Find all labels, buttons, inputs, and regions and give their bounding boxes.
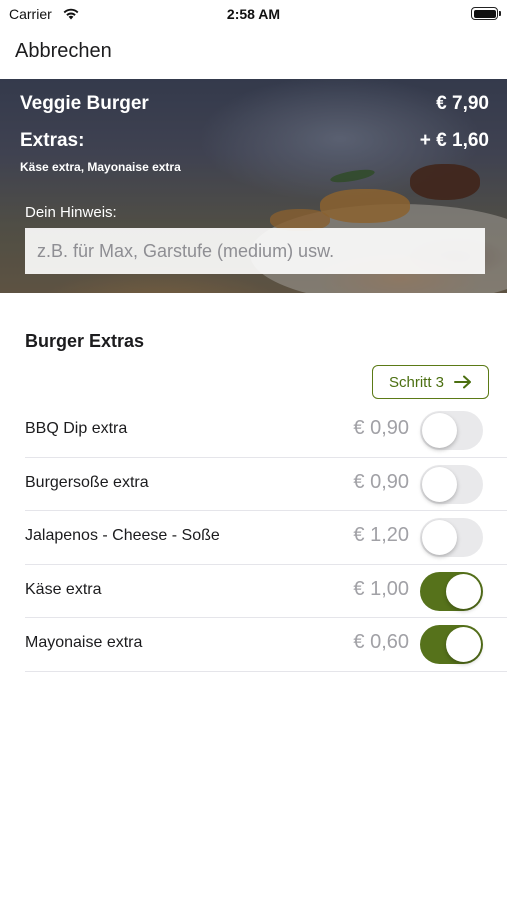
extra-price: € 0,60	[353, 631, 409, 654]
next-step-label: Schritt 3	[388, 373, 445, 391]
extra-toggle-jalapenos[interactable]	[420, 518, 483, 558]
extra-row-kaese: Käse extra € 1,00	[25, 565, 507, 619]
arrow-right-icon	[454, 375, 472, 389]
toggle-knob	[422, 520, 457, 556]
section-title: Burger Extras	[25, 331, 145, 351]
order-summary-header: Veggie Burger € 7,90 Extras: + € 1,60 Kä…	[0, 79, 507, 293]
cancel-button[interactable]: Abbrechen	[15, 40, 112, 63]
toggle-knob	[446, 627, 481, 663]
battery-icon	[471, 7, 501, 20]
extra-toggle-mayonaise[interactable]	[420, 625, 483, 665]
extra-toggle-burgersosse[interactable]	[420, 464, 483, 504]
extra-row-burgersosse: Burgersoße extra € 0,90	[25, 458, 507, 512]
toggle-knob	[422, 466, 457, 502]
status-bar: Carrier 2:58 AM	[0, 0, 507, 28]
extra-label: Käse extra	[25, 580, 102, 598]
extra-toggle-kaese[interactable]	[420, 571, 483, 611]
extra-label: Jalapenos - Cheese - Soße	[25, 527, 220, 545]
extras-price: + € 1,60	[419, 130, 489, 151]
note-label: Dein Hinweis:	[25, 204, 117, 221]
product-name: Veggie Burger	[20, 93, 149, 114]
extras-label: Extras:	[20, 130, 85, 151]
extra-price: € 1,20	[353, 524, 409, 547]
extra-price: € 0,90	[353, 470, 409, 493]
extra-row-bbq-dip: BBQ Dip extra € 0,90	[25, 404, 507, 458]
extras-list: BBQ Dip extra € 0,90 Burgersoße extra € …	[25, 404, 507, 672]
next-step-button[interactable]: Schritt 3	[372, 365, 489, 399]
extra-label: Burgersoße extra	[25, 473, 149, 491]
extra-price: € 0,90	[353, 417, 409, 439]
product-price: € 7,90	[436, 93, 489, 114]
selected-extras-list: Käse extra, Mayonaise extra	[20, 160, 181, 174]
extra-row-mayonaise: Mayonaise extra € 0,60	[25, 618, 507, 672]
extra-row-jalapenos: Jalapenos - Cheese - Soße € 1,20	[25, 511, 507, 565]
toggle-knob	[422, 413, 457, 448]
extra-label: BBQ Dip extra	[25, 420, 128, 437]
clock: 2:58 AM	[226, 6, 281, 22]
extra-label: Mayonaise extra	[25, 634, 143, 652]
extra-toggle-bbq-dip[interactable]	[420, 411, 483, 450]
toggle-knob	[446, 573, 481, 609]
extra-price: € 1,00	[353, 577, 409, 600]
note-input[interactable]	[25, 228, 485, 274]
